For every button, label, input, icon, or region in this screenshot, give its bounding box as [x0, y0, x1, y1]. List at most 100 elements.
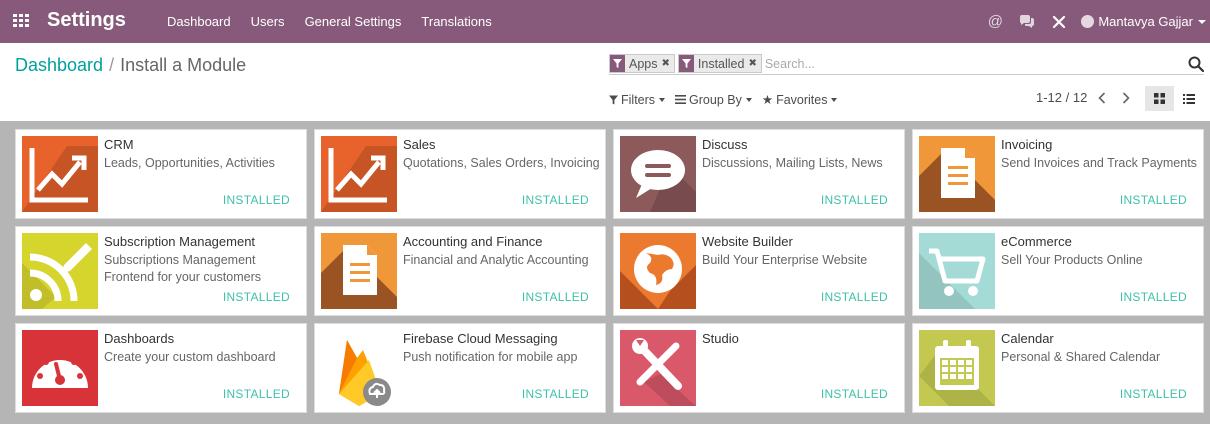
module-icon-tile: [919, 233, 995, 309]
module-name: Sales: [403, 137, 436, 152]
user-menu[interactable]: Mantavya Gajjar: [1075, 14, 1210, 29]
module-summary: Quotations, Sales Orders, Invoicing: [403, 156, 600, 170]
list-view-button[interactable]: [1174, 86, 1203, 111]
favorites-label: Favorites: [776, 92, 828, 107]
module-summary: Push notification for mobile app: [403, 350, 578, 364]
chat-icon[interactable]: [1011, 0, 1043, 43]
pager-previous-icon[interactable]: [1094, 90, 1110, 106]
module-card-studio[interactable]: Studio INSTALLED: [613, 323, 905, 413]
pager-value[interactable]: 1-12 / 12: [1036, 90, 1087, 105]
menu-dashboard[interactable]: Dashboard: [167, 14, 231, 29]
installed-badge: INSTALLED: [820, 290, 888, 304]
module-name: Discuss: [702, 137, 748, 152]
filters-dropdown[interactable]: Filters: [609, 92, 666, 107]
module-card-accounting-and-finance[interactable]: Accounting and Finance Financial and Ana…: [314, 226, 606, 316]
module-icon-tile: [321, 136, 397, 212]
filter-icon: [609, 95, 618, 105]
module-name: Calendar: [1001, 331, 1054, 346]
pager-next-icon[interactable]: [1118, 90, 1134, 106]
module-icon-tile: [22, 136, 98, 212]
grid-icon: [1154, 93, 1165, 104]
chat-bubble-icon: [631, 150, 696, 212]
installed-badge: INSTALLED: [521, 193, 589, 207]
apps-grid-icon[interactable]: [13, 14, 30, 28]
installed-badge: INSTALLED: [521, 387, 589, 401]
module-name: Firebase Cloud Messaging: [403, 331, 558, 346]
favorites-dropdown[interactable]: ★ Favorites: [762, 92, 838, 107]
breadcrumb-dashboard-link[interactable]: Dashboard: [15, 55, 103, 75]
groupby-dropdown[interactable]: Group By: [675, 92, 752, 107]
installed-badge: INSTALLED: [820, 193, 888, 207]
installed-badge: INSTALLED: [521, 290, 589, 304]
tools-icon: [632, 338, 696, 406]
search-options: Filters Group By ★ Favorites: [609, 92, 847, 107]
chevron-down-icon: [1198, 19, 1206, 24]
breadcrumb-current: Install a Module: [120, 55, 247, 75]
module-card-sales[interactable]: Sales Quotations, Sales Orders, Invoicin…: [314, 129, 606, 219]
cart-icon: [919, 248, 986, 309]
module-name: CRM: [104, 137, 134, 152]
app-title: Settings: [47, 9, 126, 31]
installed-badge: INSTALLED: [222, 193, 290, 207]
module-icon-tile: [919, 330, 995, 406]
module-name: Studio: [702, 331, 739, 346]
module-name: Dashboards: [104, 331, 175, 346]
menu-users[interactable]: Users: [251, 14, 285, 29]
module-name: Website Builder: [702, 234, 793, 249]
chart-up-icon: [321, 146, 397, 212]
search-facet-installed[interactable]: Installed ✖: [677, 54, 762, 73]
remove-facet-icon[interactable]: ✖: [662, 58, 674, 69]
filters-label: Filters: [621, 92, 656, 107]
top-menu: Dashboard Users General Settings Transla…: [167, 14, 512, 29]
mention-icon[interactable]: @: [979, 0, 1011, 43]
module-icon-tile: [620, 136, 696, 212]
groupby-label: Group By: [689, 92, 742, 107]
calendar-icon: [919, 340, 995, 406]
facet-label: Apps: [629, 56, 658, 71]
search-input[interactable]: [764, 53, 1188, 74]
installed-badge: INSTALLED: [222, 290, 290, 304]
module-name: Subscription Management: [104, 234, 256, 249]
chart-up-icon: [22, 146, 98, 212]
user-name: Mantavya Gajjar: [1098, 14, 1193, 29]
menu-general-settings[interactable]: General Settings: [305, 14, 402, 29]
module-summary: Financial and Analytic Accounting: [403, 253, 589, 267]
top-navbar: Settings Dashboard Users General Setting…: [0, 0, 1210, 43]
module-card-website-builder[interactable]: Website Builder Build Your Enterprise We…: [613, 226, 905, 316]
filter-icon: [610, 55, 625, 72]
kanban-view-button[interactable]: [1145, 86, 1174, 111]
remove-facet-icon[interactable]: ✖: [748, 58, 760, 69]
module-name: eCommerce: [1001, 234, 1072, 249]
module-card-discuss[interactable]: Discuss Discussions, Mailing Lists, News…: [613, 129, 905, 219]
module-card-ecommerce[interactable]: eCommerce Sell Your Products Online INST…: [912, 226, 1204, 316]
breadcrumb-separator: /: [109, 55, 115, 75]
module-card-crm[interactable]: CRM Leads, Opportunities, Activities INS…: [15, 129, 307, 219]
module-card-calendar[interactable]: Calendar Personal & Shared Calendar INST…: [912, 323, 1204, 413]
navbar-right: @ Mantavya Gajjar: [979, 0, 1210, 43]
avatar: [1081, 15, 1095, 28]
module-icon-tile: [321, 330, 397, 406]
installed-badge: INSTALLED: [820, 387, 888, 401]
module-icon-tile: [22, 233, 98, 309]
module-icon-tile: [22, 330, 98, 406]
module-icon-tile: [620, 233, 696, 309]
module-card-invoicing[interactable]: Invoicing Send Invoices and Track Paymen…: [912, 129, 1204, 219]
document-icon: [919, 148, 995, 212]
search-facet-apps[interactable]: Apps ✖: [609, 54, 675, 73]
module-card-dashboards[interactable]: Dashboards Create your custom dashboard …: [15, 323, 307, 413]
search-icon[interactable]: [1188, 56, 1204, 72]
module-name: Accounting and Finance: [403, 234, 543, 249]
menu-translations[interactable]: Translations: [421, 14, 491, 29]
tools-icon[interactable]: [1043, 0, 1075, 43]
installed-badge: INSTALLED: [1119, 387, 1187, 401]
installed-badge: INSTALLED: [1119, 193, 1187, 207]
module-summary: Subscriptions Management Frontend for yo…: [104, 252, 261, 286]
chevron-down-icon: [745, 97, 752, 102]
module-card-subscription-management[interactable]: Subscription Management Subscriptions Ma…: [15, 226, 307, 316]
module-card-firebase-cloud-messaging[interactable]: Firebase Cloud Messaging Push notificati…: [314, 323, 606, 413]
module-summary: Build Your Enterprise Website: [702, 253, 868, 267]
chevron-down-icon: [659, 97, 666, 102]
module-kanban: CRM Leads, Opportunities, Activities INS…: [0, 121, 1210, 424]
module-summary: Discussions, Mailing Lists, News: [702, 156, 883, 170]
installed-badge: INSTALLED: [222, 387, 290, 401]
